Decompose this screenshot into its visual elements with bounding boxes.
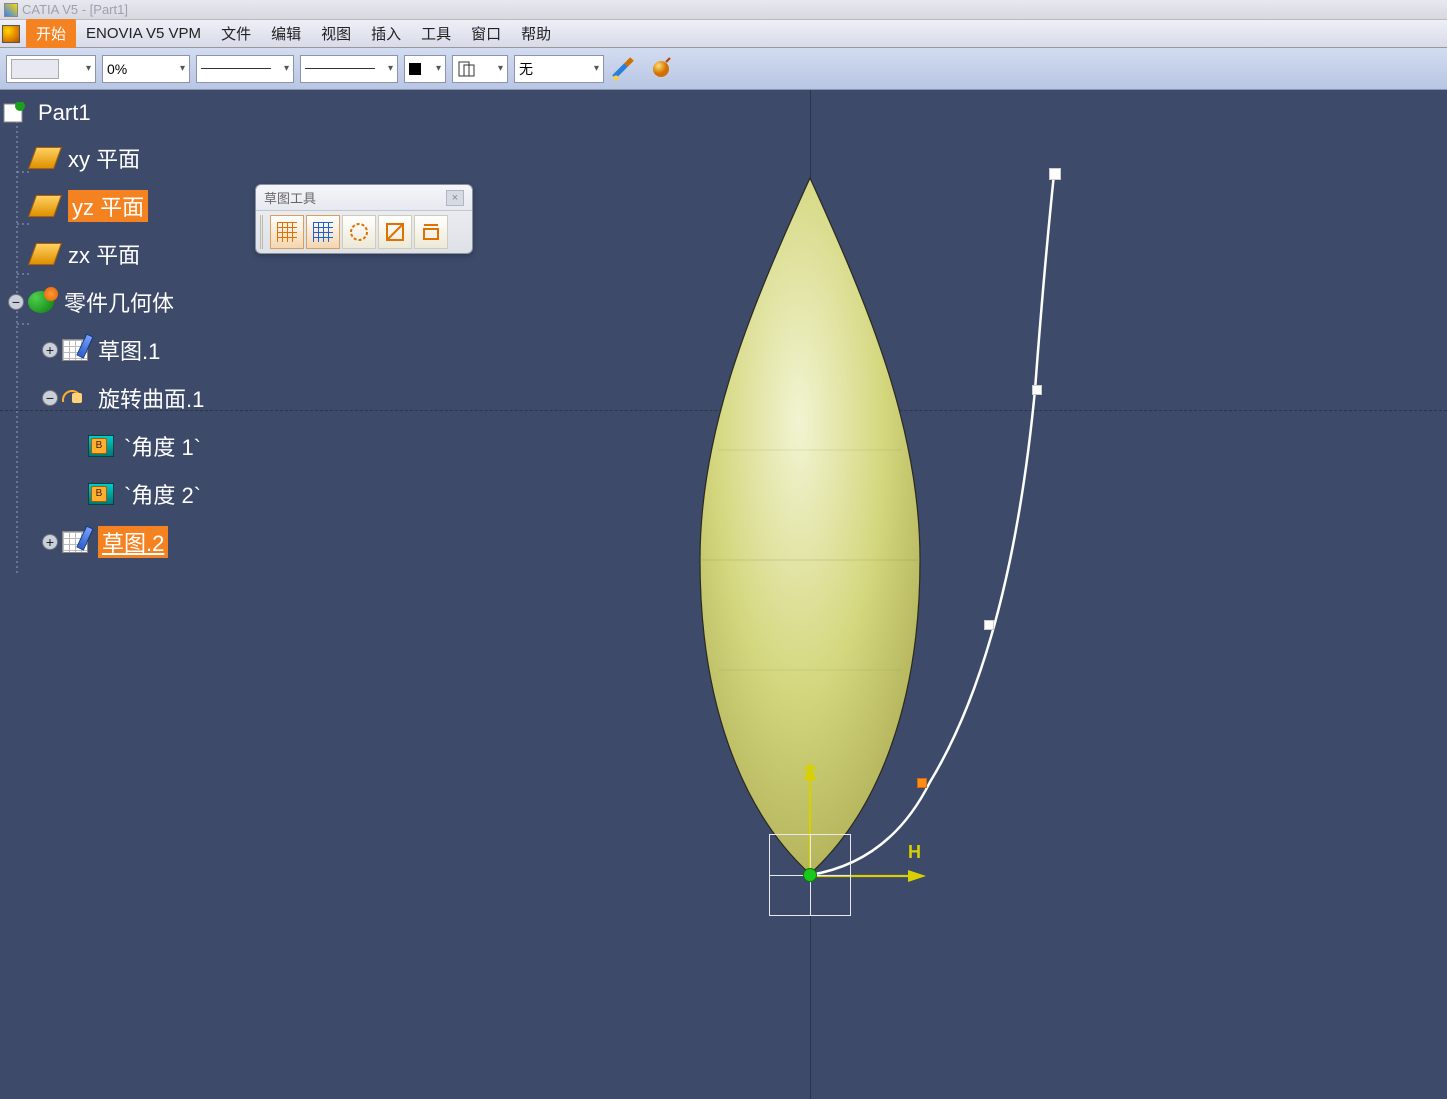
- menu-tools[interactable]: 工具: [411, 19, 461, 48]
- fill-swatch: [11, 59, 59, 79]
- chevron-down-icon: ▾: [594, 63, 599, 74]
- tree-revolve[interactable]: − 旋转曲面.1: [2, 382, 204, 414]
- sketch-icon: [62, 339, 88, 361]
- point-color-swatch: [409, 63, 421, 75]
- snap-icon: [313, 222, 333, 242]
- window-title: CATIA V5 - [Part1]: [22, 2, 128, 17]
- point-symbol-icon: [457, 60, 477, 78]
- app-icon: [4, 3, 18, 17]
- collapse-toggle[interactable]: −: [42, 390, 58, 406]
- viewport[interactable]: H Part1 xy 平面 yz 平面 zx 平面: [0, 90, 1447, 1099]
- line-type-combo[interactable]: ▾: [300, 55, 398, 83]
- expand-toggle[interactable]: +: [42, 342, 58, 358]
- tree-plane-xy[interactable]: xy 平面: [2, 142, 204, 174]
- tree-plane-zx[interactable]: zx 平面: [2, 238, 204, 270]
- chevron-down-icon: ▾: [284, 63, 289, 74]
- chevron-down-icon: ▾: [388, 63, 393, 74]
- menu-edit[interactable]: 编辑: [261, 19, 311, 48]
- render-style-combo[interactable]: 无 ▾: [514, 55, 604, 83]
- sketch-tools-title: 草图工具: [264, 188, 316, 207]
- plane-label: yz 平面: [68, 190, 148, 222]
- graphic-properties-toolbar: ▾ 0% ▾ ▾ ▾ ▾ ▾ 无 ▾: [0, 48, 1447, 90]
- parameter-icon: [88, 435, 114, 457]
- construction-icon: [348, 221, 370, 243]
- render-style-value: 无: [519, 59, 533, 79]
- menu-file[interactable]: 文件: [211, 19, 261, 48]
- chevron-down-icon: ▾: [86, 63, 91, 74]
- revolve-icon: [62, 387, 88, 409]
- h-axis-label: H: [908, 842, 921, 863]
- plane-label: xy 平面: [68, 142, 140, 174]
- menu-insert[interactable]: 插入: [361, 19, 411, 48]
- menu-app-icon: [2, 25, 20, 43]
- plane-label: zx 平面: [68, 238, 140, 270]
- plane-icon: [28, 147, 62, 169]
- tree-root[interactable]: Part1: [2, 100, 204, 126]
- sketch-label: 草图.1: [98, 334, 160, 366]
- dim-constraint-tool[interactable]: [414, 215, 448, 249]
- painter-brush-icon[interactable]: [610, 55, 640, 83]
- sketch-tools-header[interactable]: 草图工具 ×: [256, 185, 472, 211]
- angle-label: `角度 2`: [124, 478, 201, 510]
- construction-tool[interactable]: [342, 215, 376, 249]
- constraint-icon: [384, 221, 406, 243]
- spline-control-point[interactable]: [984, 620, 994, 630]
- tree-angle-1[interactable]: `角度 1`: [2, 430, 204, 462]
- geom-constraint-tool[interactable]: [378, 215, 412, 249]
- geometry-canvas: [0, 90, 1447, 1099]
- revolve-label: 旋转曲面.1: [98, 382, 204, 414]
- snap-tool[interactable]: [306, 215, 340, 249]
- specification-tree[interactable]: Part1 xy 平面 yz 平面 zx 平面 − 零件几何体 + 草图.1 −: [2, 100, 204, 574]
- grid-icon: [277, 222, 297, 242]
- spline-endpoint[interactable]: [1049, 168, 1061, 180]
- line-weight-combo[interactable]: ▾: [196, 55, 294, 83]
- tree-root-label: Part1: [38, 100, 91, 126]
- fill-color-combo[interactable]: ▾: [6, 55, 96, 83]
- chevron-down-icon: ▾: [180, 63, 185, 74]
- sketch-tools-panel[interactable]: 草图工具 ×: [255, 184, 473, 254]
- plane-icon: [28, 195, 62, 217]
- menu-bar: 开始 ENOVIA V5 VPM 文件 编辑 视图 插入 工具 窗口 帮助: [0, 20, 1447, 48]
- title-bar: CATIA V5 - [Part1]: [0, 0, 1447, 20]
- chevron-down-icon: ▾: [436, 63, 441, 74]
- tree-partbody[interactable]: − 零件几何体: [2, 286, 204, 318]
- expand-toggle[interactable]: +: [42, 534, 58, 550]
- plane-icon: [28, 243, 62, 265]
- sketch-label: 草图.2: [98, 526, 168, 558]
- spline-tangent-point[interactable]: [917, 778, 927, 788]
- menu-enovia[interactable]: ENOVIA V5 VPM: [76, 21, 211, 46]
- close-icon[interactable]: ×: [446, 190, 464, 206]
- opacity-value: 0%: [107, 61, 127, 77]
- menu-window[interactable]: 窗口: [461, 19, 511, 48]
- line-type-swatch: [305, 68, 375, 69]
- body-icon: [28, 291, 54, 313]
- tree-plane-yz[interactable]: yz 平面: [2, 190, 204, 222]
- body-label: 零件几何体: [64, 286, 174, 318]
- menu-view[interactable]: 视图: [311, 19, 361, 48]
- point-symbol-combo[interactable]: ▾: [452, 55, 508, 83]
- chevron-down-icon: ▾: [498, 63, 503, 74]
- collapse-toggle[interactable]: −: [8, 294, 24, 310]
- grid-tool[interactable]: [270, 215, 304, 249]
- menu-start[interactable]: 开始: [26, 19, 76, 48]
- parameter-icon: [88, 483, 114, 505]
- angle-label: `角度 1`: [124, 430, 201, 462]
- menu-help[interactable]: 帮助: [511, 19, 561, 48]
- spline-control-point[interactable]: [1032, 385, 1042, 395]
- painter-ball-icon[interactable]: [646, 55, 676, 83]
- point-color-combo[interactable]: ▾: [404, 55, 446, 83]
- tree-sketch-2[interactable]: + 草图.2: [2, 526, 204, 558]
- line-weight-swatch: [201, 68, 271, 69]
- origin-point[interactable]: [803, 868, 817, 882]
- part-icon: [2, 102, 28, 124]
- sketch-tools-row: [256, 211, 472, 253]
- opacity-combo[interactable]: 0% ▾: [102, 55, 190, 83]
- tree-angle-2[interactable]: `角度 2`: [2, 478, 204, 510]
- sketch-icon: [62, 531, 88, 553]
- tree-sketch-1[interactable]: + 草图.1: [2, 334, 204, 366]
- dimension-icon: [420, 221, 442, 243]
